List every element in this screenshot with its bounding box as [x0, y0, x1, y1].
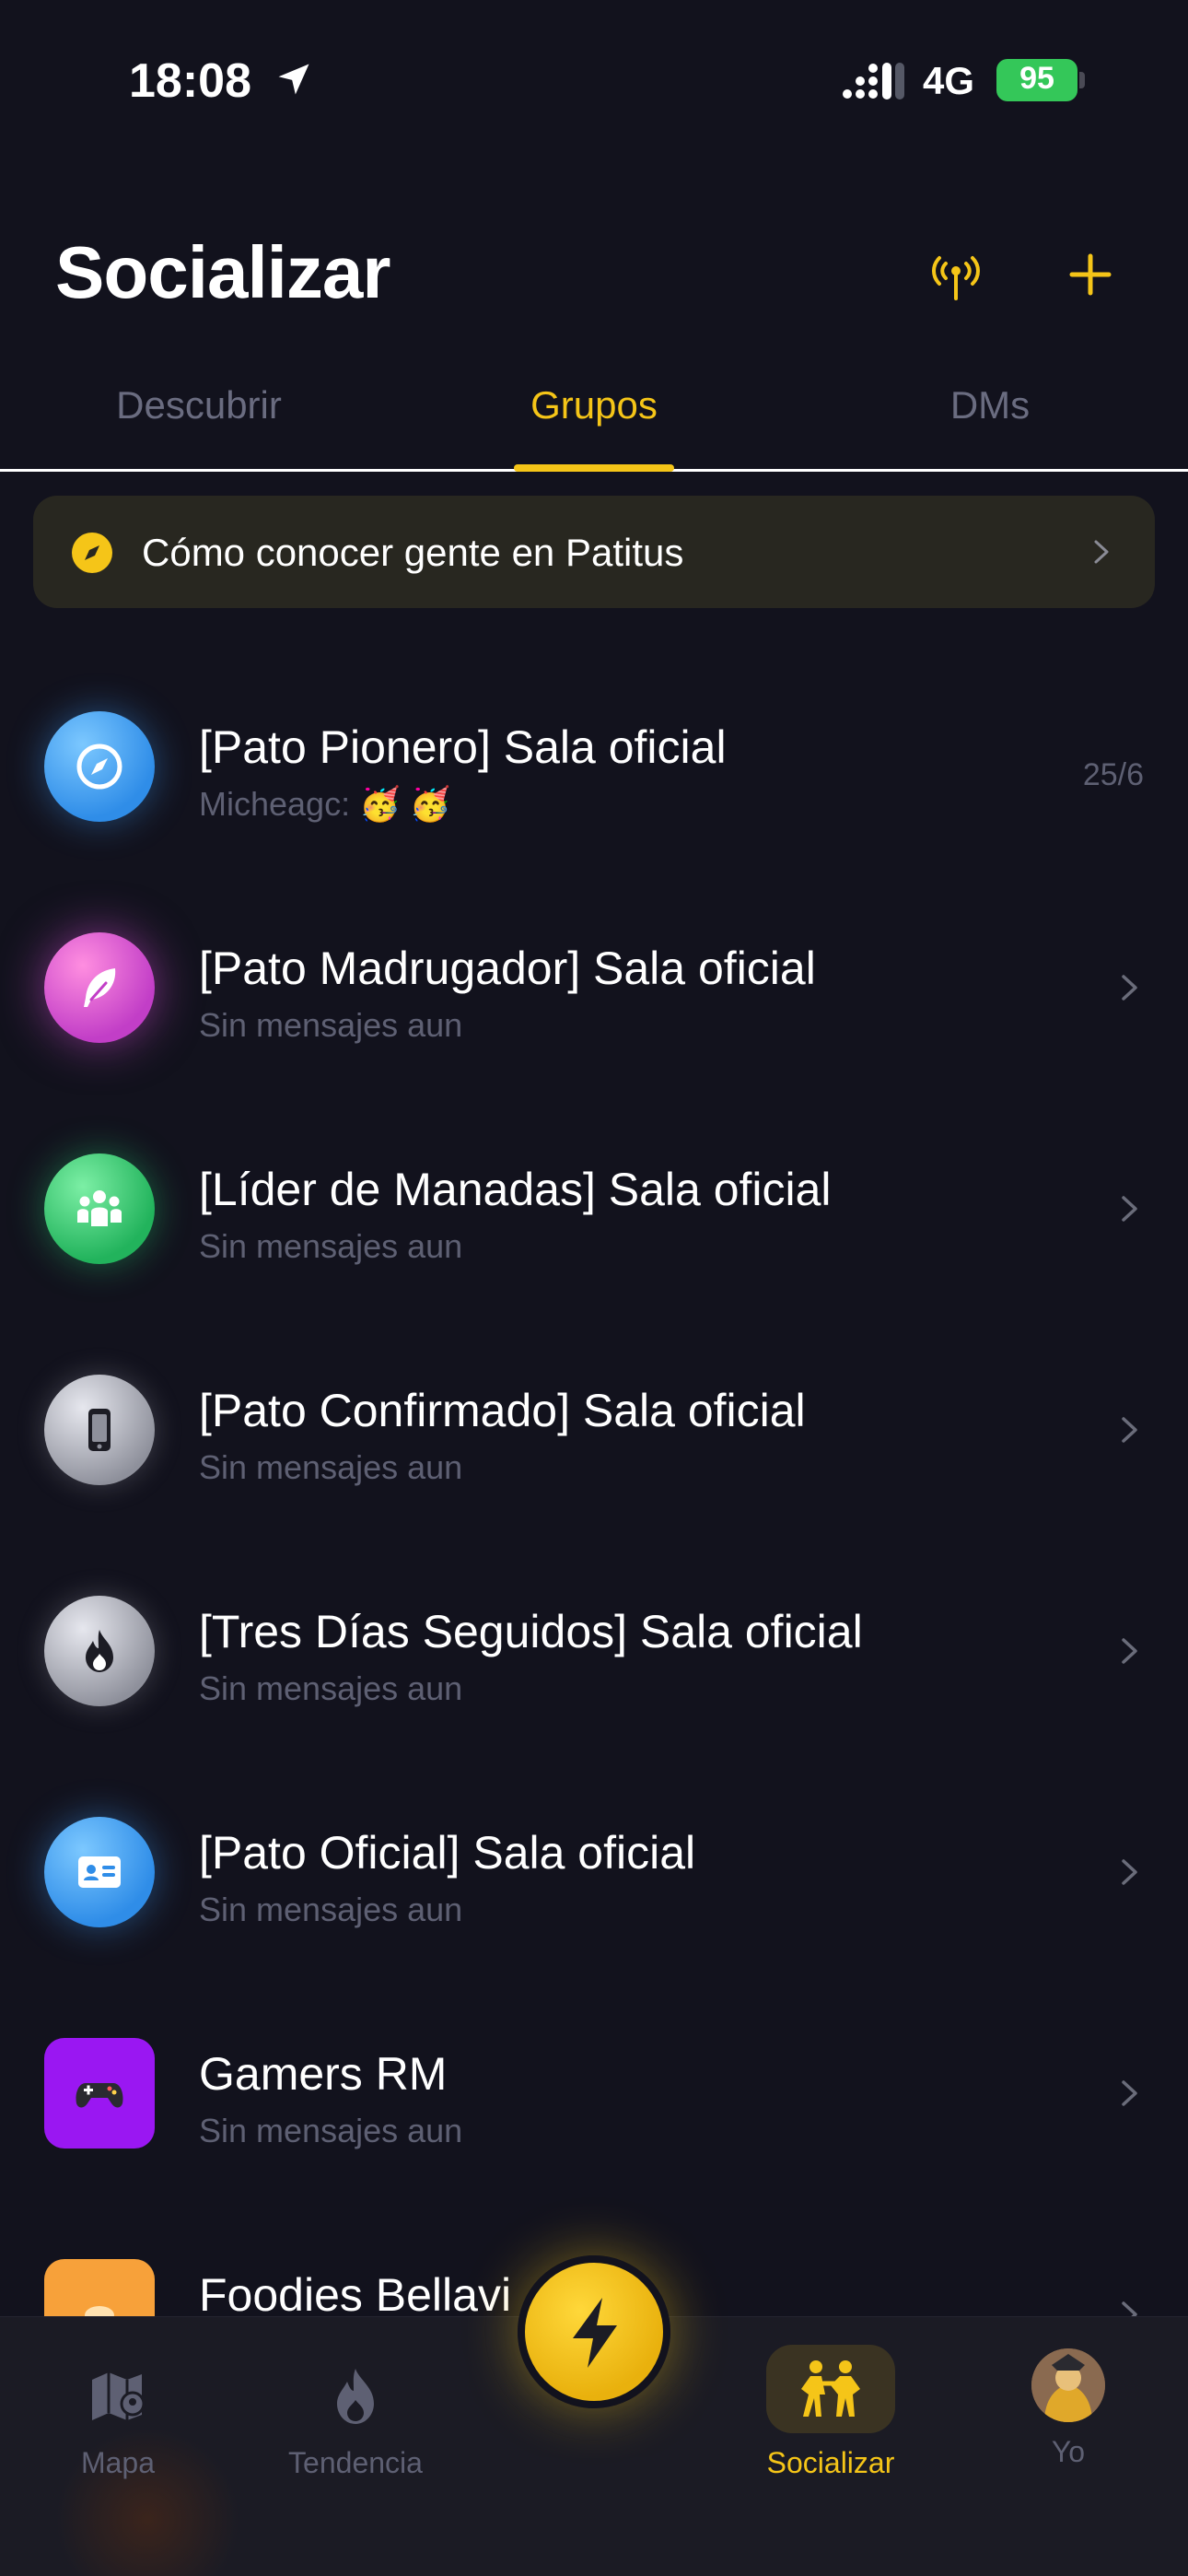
chevron-right-icon	[1094, 540, 1109, 564]
active-nav-pill	[766, 2345, 895, 2433]
battery-indicator: 95	[996, 59, 1085, 101]
phone-icon	[88, 1409, 111, 1451]
group-avatar	[44, 1817, 155, 1927]
nav-label: Socializar	[766, 2446, 895, 2479]
guide-banner-text: Cómo conocer gente en Patitus	[142, 531, 684, 574]
group-title: [Líder de Manadas] Sala oficial	[199, 1164, 832, 1215]
network-type: 4G	[923, 59, 975, 102]
location-arrow-icon	[278, 64, 309, 95]
chevron-right-icon	[1122, 2080, 1137, 2106]
compass-icon	[76, 744, 122, 790]
group-last-message: Sin mensajes aun	[199, 1448, 463, 1486]
list-item[interactable]: [Pato Pionero] Sala oficial Micheagc: 🥳 …	[0, 676, 1188, 861]
flame-icon	[86, 1630, 113, 1672]
flame-icon	[337, 2369, 374, 2424]
group-avatar	[44, 2038, 155, 2149]
list-item[interactable]: [Líder de Manadas] Sala oficial Sin mens…	[0, 1118, 1188, 1303]
group-avatar	[44, 1375, 155, 1485]
tab-grupos[interactable]: Grupos	[456, 383, 732, 427]
group-title: [Pato Confirmado] Sala oficial	[199, 1385, 806, 1436]
list-item[interactable]: [Tres Días Seguidos] Sala oficial Sin me…	[0, 1561, 1188, 1745]
chevron-right-icon	[1122, 1417, 1137, 1443]
gamepad-icon	[76, 2083, 123, 2108]
id-card-icon	[78, 1856, 121, 1888]
group-title: [Pato Madrugador] Sala oficial	[199, 943, 816, 994]
group-last-message: Sin mensajes aun	[199, 1891, 463, 1928]
list-item[interactable]: Gamers RM Sin mensajes aun	[0, 2003, 1188, 2187]
people-walking-icon	[801, 2360, 860, 2417]
group-last-message: Micheagc: 🥳 🥳	[199, 785, 451, 823]
group-last-message: Sin mensajes aun	[199, 1669, 463, 1707]
tab-descubrir[interactable]: Descubrir	[61, 383, 337, 427]
list-item[interactable]: [Pato Madrugador] Sala oficial Sin mensa…	[0, 897, 1188, 1082]
nav-label: Mapa	[80, 2446, 156, 2479]
group-last-message: Sin mensajes aun	[199, 1006, 463, 1044]
group-title: [Pato Pionero] Sala oficial	[199, 721, 727, 773]
signal-icon	[843, 63, 904, 100]
nav-label: Tendencia	[288, 2446, 423, 2479]
status-bar: 18:08 4G 95	[0, 0, 1188, 157]
broadcast-button[interactable]	[926, 245, 985, 304]
list-item[interactable]: [Pato Confirmado] Sala oficial Sin mensa…	[0, 1340, 1188, 1524]
group-avatar	[44, 932, 155, 1043]
nav-tendencia[interactable]: Tendencia	[263, 2363, 448, 2511]
group-last-message: Sin mensajes aun	[199, 2112, 463, 2149]
group-title: [Pato Oficial] Sala oficial	[199, 1827, 696, 1879]
user-avatar	[1031, 2348, 1105, 2422]
group-avatar	[44, 1153, 155, 1264]
tab-dms[interactable]: DMs	[852, 383, 1128, 427]
nav-mapa[interactable]: Mapa	[26, 2363, 210, 2511]
chevron-right-icon	[1122, 1638, 1137, 1664]
group-last-message: Sin mensajes aun	[199, 1227, 463, 1265]
group-avatar	[44, 711, 155, 822]
chevron-right-icon	[1122, 1859, 1137, 1885]
add-button[interactable]	[1061, 245, 1120, 304]
chevron-right-icon	[1122, 975, 1137, 1001]
group-title: Foodies Bellavi	[199, 2269, 512, 2321]
feather-icon	[84, 968, 116, 1007]
chevron-right-icon	[1122, 1196, 1137, 1222]
group-avatar	[44, 1596, 155, 1706]
list-item[interactable]: [Pato Oficial] Sala oficial Sin mensajes…	[0, 1782, 1188, 1966]
compass-icon	[72, 533, 112, 573]
group-title: Gamers RM	[199, 2048, 448, 2100]
map-icon	[92, 2372, 146, 2420]
active-tab-indicator	[514, 464, 674, 472]
group-date: 25/6	[1082, 757, 1144, 792]
people-icon	[77, 1190, 122, 1226]
guide-banner[interactable]: Cómo conocer gente en Patitus	[33, 496, 1155, 608]
battery-level: 95	[1019, 61, 1054, 96]
page-title: Socializar	[55, 231, 391, 313]
flash-action-button[interactable]	[518, 2255, 670, 2408]
lightning-icon	[573, 2298, 617, 2368]
nav-yo[interactable]: Yo	[976, 2348, 1160, 2496]
nav-label: Yo	[1051, 2435, 1086, 2468]
tab-bar: Descubrir Grupos DMs	[0, 369, 1188, 472]
group-title: [Tres Días Seguidos] Sala oficial	[199, 1606, 863, 1657]
nav-socializar[interactable]: Socializar	[739, 2345, 923, 2492]
status-time: 18:08	[129, 54, 251, 108]
